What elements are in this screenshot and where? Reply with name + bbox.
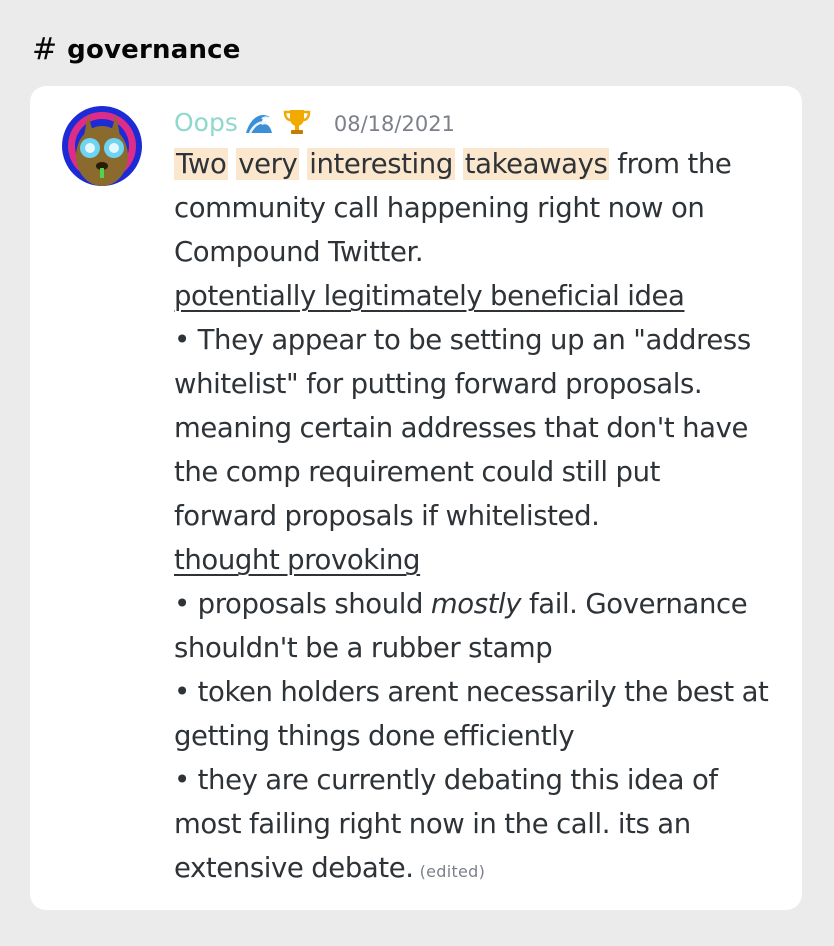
bullet-line: meaning certain addresses that don't hav… (174, 412, 749, 444)
channel-name[interactable]: governance (67, 35, 241, 65)
bullet-line: forward proposals if whitelisted. (174, 500, 600, 532)
bullet-line: the comp requirement could still put (174, 456, 660, 488)
message-text: from the (617, 148, 732, 180)
section-heading-thought-provoking: thought provoking (174, 544, 421, 576)
section-heading-beneficial: potentially legitimately beneficial idea (174, 280, 685, 312)
wave-emoji-icon (245, 114, 272, 134)
bullet-line: shouldn't be a rubber stamp (174, 632, 553, 664)
message-timestamp[interactable]: 08/18/2021 (334, 112, 455, 136)
channel-header: # governance (32, 32, 241, 68)
channel-hash-icon: # (32, 32, 58, 67)
bullet-line: getting things done efficiently (174, 720, 575, 752)
bullet-line: most failing right now in the call. its … (174, 808, 691, 840)
message-meta: Oops 08/18/2021 (174, 102, 784, 142)
message-line: community call happening right now on (174, 192, 705, 224)
highlighted-word: Two (174, 148, 229, 180)
username[interactable]: Oops (174, 108, 238, 137)
edited-label: (edited) (419, 862, 486, 881)
highlighted-word: interesting (307, 148, 455, 180)
avatar[interactable] (62, 106, 142, 186)
trophy-emoji-icon (283, 110, 311, 134)
bullet-line: extensive debate. (edited) (174, 846, 784, 894)
message-line: Two very interesting takeaways from the (174, 142, 784, 186)
highlighted-word: very (236, 148, 300, 180)
bullet-line: • token holders arent necessarily the be… (174, 676, 769, 708)
bullet-line: • They appear to be setting up an "addre… (174, 324, 751, 356)
bullet-text: • proposals should (174, 588, 431, 620)
highlighted-word: takeaways (462, 148, 610, 180)
message-content: Two very interesting takeaways from the … (174, 142, 784, 894)
bullet-line: • proposals should mostly fail. Governan… (174, 582, 784, 626)
bullet-line: • they are currently debating this idea … (174, 764, 718, 796)
message: Oops 08/18/2021 Two very interesting tak… (174, 102, 784, 894)
bullet-text: extensive debate. (174, 852, 414, 884)
message-line: Compound Twitter. (174, 236, 424, 268)
bullet-line: whitelist" for putting forward proposals… (174, 368, 703, 400)
emphasis-text: mostly (430, 588, 522, 620)
bullet-text: fail. Governance (521, 588, 748, 620)
user-badges (244, 107, 312, 137)
message-card: Oops 08/18/2021 Two very interesting tak… (30, 86, 802, 910)
